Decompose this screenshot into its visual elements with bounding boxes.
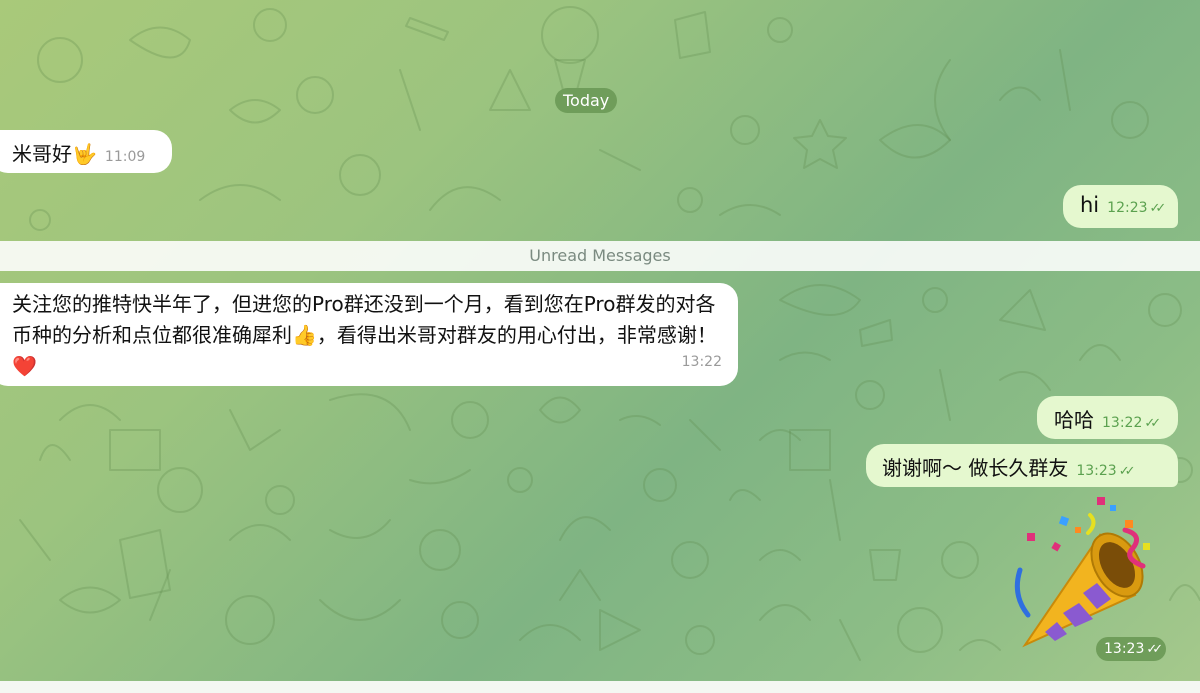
- party-popper-icon: [1014, 497, 1150, 648]
- party-popper-sticker[interactable]: [1005, 495, 1155, 660]
- composer-edge: [0, 681, 1200, 693]
- double-check-icon: ✓✓: [1146, 642, 1163, 657]
- message-text: hi: [1080, 193, 1100, 217]
- message-time: 12:23: [1107, 200, 1148, 216]
- message-text: 哈哈: [1054, 408, 1094, 432]
- sticker-time-badge: 13:23 ✓✓: [1096, 637, 1167, 661]
- message-text: 谢谢啊～ 做长久群友: [882, 456, 1069, 480]
- message-time: 11:09: [104, 149, 146, 165]
- message-time: 13:22: [1102, 415, 1143, 431]
- unread-messages-separator: Unread Messages: [0, 241, 1200, 271]
- message-time: 13:22: [681, 354, 722, 370]
- message-bubble-incoming[interactable]: 米哥好🤟 11:09: [0, 130, 172, 173]
- message-text: 关注您的推特快半年了，但进您的Pro群还没到一个月，看到您在Pro群发的对各币种…: [12, 292, 717, 378]
- message-time: 13:23: [1076, 463, 1117, 479]
- double-check-icon: ✓✓: [1149, 201, 1167, 216]
- message-bubble-outgoing[interactable]: 哈哈 13:22 ✓✓: [1037, 396, 1178, 439]
- message-time: 13:23: [1104, 641, 1145, 657]
- double-check-icon: ✓✓: [1118, 464, 1136, 479]
- date-separator: Today: [555, 88, 618, 113]
- chat-background: Today 米哥好🤟 11:09 hi 12:23 ✓✓ Unread Message…: [0, 0, 1200, 693]
- message-bubble-incoming[interactable]: 关注您的推特快半年了，但进您的Pro群还没到一个月，看到您在Pro群发的对各币种…: [0, 283, 738, 386]
- message-bubble-outgoing[interactable]: 谢谢啊～ 做长久群友 13:23 ✓✓: [866, 444, 1178, 487]
- message-text: 米哥好: [12, 142, 72, 166]
- love-you-gesture-emoji: 🤟: [72, 142, 97, 166]
- double-check-icon: ✓✓: [1144, 416, 1161, 431]
- message-bubble-outgoing[interactable]: hi 12:23 ✓✓: [1063, 185, 1178, 228]
